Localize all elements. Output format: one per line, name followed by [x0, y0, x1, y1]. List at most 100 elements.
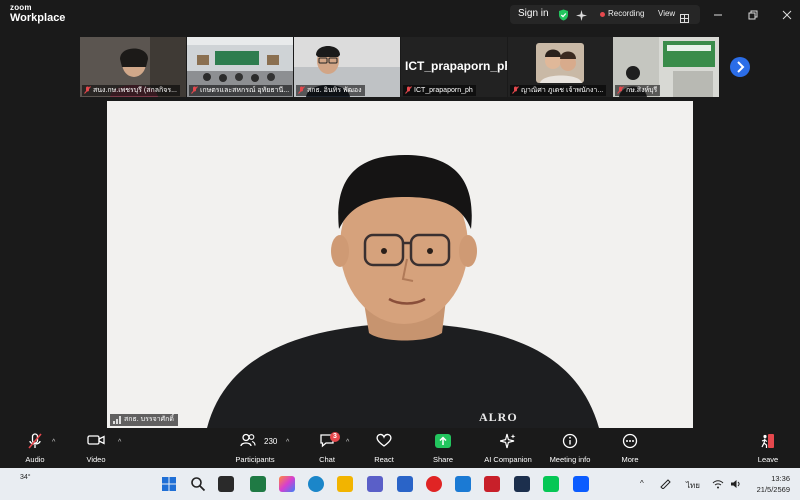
pen-input-icon[interactable] — [660, 479, 672, 491]
speaker-image — [107, 101, 693, 428]
teams-icon[interactable] — [367, 476, 383, 492]
meeting-toolbar: Audio ^ Video ^ 230 Participants ^ 3 Cha… — [0, 430, 800, 468]
participant-tile[interactable]: กษ.สิงห์บุรี — [613, 37, 719, 97]
leave-label: Leave — [757, 455, 779, 464]
ai-sparkle-icon[interactable] — [576, 8, 587, 26]
search-icon[interactable] — [190, 476, 206, 492]
audio-button[interactable]: Audio — [17, 430, 53, 468]
minimize-icon[interactable] — [713, 7, 723, 25]
meeting-info-button[interactable]: Meeting info — [544, 430, 596, 468]
share-button[interactable]: Share — [427, 430, 459, 468]
task-view-icon[interactable] — [218, 476, 234, 492]
heart-icon — [376, 433, 392, 452]
audio-options-chevron-icon[interactable]: ^ — [52, 439, 55, 446]
view-grid-icon[interactable] — [680, 10, 689, 28]
shirt-logo-text: ALRO — [479, 410, 518, 424]
react-button[interactable]: React — [368, 430, 400, 468]
line-icon[interactable] — [543, 476, 559, 492]
clock-time: 13:36 — [771, 474, 790, 483]
participant-tile[interactable]: สนง.กษ.เพชรบุรี (สกลกิจร... — [80, 37, 186, 97]
participant-tile[interactable]: เกษตรและสหกรณ์ อุทัยธานี... — [187, 37, 293, 97]
share-screen-icon — [435, 434, 451, 448]
video-camera-icon — [87, 433, 105, 452]
weather-widget[interactable]: 34° — [20, 474, 31, 481]
participants-options-chevron-icon[interactable]: ^ — [286, 439, 289, 446]
participant-name-label: สกธ. อินทิร พัฒอง — [296, 85, 365, 96]
chat-options-chevron-icon[interactable]: ^ — [346, 439, 349, 446]
show-hidden-icons-chevron-icon[interactable]: ^ — [640, 479, 644, 488]
mic-muted-icon — [298, 86, 305, 96]
participant-name-label: กษ.สิงห์บุรี — [615, 85, 661, 96]
meeting-info-label: Meeting info — [549, 455, 591, 464]
ai-companion-button[interactable]: AI Companion — [480, 430, 536, 468]
mcafee-icon[interactable] — [484, 476, 500, 492]
restore-icon[interactable] — [748, 7, 758, 25]
file-explorer-icon[interactable] — [337, 476, 353, 492]
outlook-icon[interactable] — [455, 476, 471, 492]
chat-unread-badge: 3 — [330, 432, 340, 442]
leave-button[interactable]: Leave — [752, 430, 784, 468]
brand-top: zoom — [10, 3, 32, 12]
volume-icon[interactable] — [730, 479, 742, 491]
audio-label: Audio — [25, 455, 45, 464]
mic-muted-icon — [617, 86, 624, 96]
title-bar: zoom Workplace Sign in Recording View — [0, 0, 800, 30]
participant-strip: สนง.กษ.เพชรบุรี (สกลกิจร... เกษตรและสหกร… — [0, 37, 800, 97]
participants-label: Participants — [235, 455, 275, 464]
info-icon — [562, 433, 578, 454]
close-icon[interactable] — [782, 7, 792, 25]
brand-bottom: Workplace — [10, 12, 66, 24]
ai-companion-label: AI Companion — [484, 455, 532, 464]
mic-muted-icon — [84, 86, 91, 96]
participants-icon — [239, 433, 256, 452]
excel-icon[interactable] — [250, 476, 266, 492]
video-button[interactable]: Video — [78, 430, 114, 468]
video-label: Video — [86, 455, 106, 464]
zoom-taskbar-icon[interactable] — [573, 476, 589, 492]
signal-bars-icon — [113, 416, 122, 429]
sign-in-button[interactable]: Sign in — [518, 8, 549, 19]
participant-name-label: ICT_prapaporn_ph — [403, 85, 476, 96]
edge-icon[interactable] — [308, 476, 324, 492]
copilot-icon[interactable] — [279, 476, 295, 492]
store-icon[interactable] — [397, 476, 413, 492]
shield-check-icon[interactable] — [558, 8, 569, 26]
chevron-right-icon — [737, 61, 745, 73]
participant-tile[interactable]: สกธ. อินทิร พัฒอง — [294, 37, 400, 97]
more-label: More — [621, 455, 639, 464]
chat-button[interactable]: 3 Chat — [312, 430, 342, 468]
mic-muted-icon — [27, 433, 43, 454]
ai-companion-sparkle-icon — [499, 433, 516, 454]
system-clock[interactable]: 13:36 21/5/2569 — [746, 473, 790, 495]
participant-name-label: ญาณิศา ภูเดช เจ้าพนักงา... — [510, 85, 607, 96]
speaker-name-label: สกธ. บรรจาศักดิ์ — [110, 414, 178, 426]
opera-icon[interactable] — [426, 476, 442, 492]
start-menu-icon[interactable] — [161, 476, 177, 492]
meeting-status-bar: Sign in Recording View — [510, 5, 700, 24]
recording-label[interactable]: Recording — [608, 9, 644, 18]
chat-label: Chat — [319, 455, 335, 464]
windows-taskbar: 34° ^ ไทย 13:36 21/5/2569 — [0, 468, 800, 500]
video-options-chevron-icon[interactable]: ^ — [118, 439, 121, 446]
recording-dot-icon — [600, 12, 605, 17]
participant-name-label: เกษตรและสหกรณ์ อุทัยธานี... — [189, 85, 293, 96]
more-button[interactable]: More — [614, 430, 646, 468]
more-dots-icon — [622, 433, 638, 454]
leave-door-icon — [760, 433, 776, 454]
participant-tile[interactable]: ญาณิศา ภูเดช เจ้าพนักงา... — [508, 37, 614, 97]
next-page-button[interactable] — [730, 57, 750, 77]
react-label: React — [374, 455, 394, 464]
participant-tile[interactable]: ICT_prapaporn_ph ICT_prapaporn_ph — [401, 37, 507, 97]
mic-muted-icon — [405, 86, 412, 96]
view-button[interactable]: View — [658, 9, 675, 18]
participants-button[interactable]: 230 Participants — [230, 430, 280, 468]
clock-date: 21/5/2569 — [756, 485, 790, 494]
share-label: Share — [432, 455, 453, 464]
input-language[interactable]: ไทย — [686, 479, 700, 492]
participant-name-label: สนง.กษ.เพชรบุรี (สกลกิจร... — [82, 85, 180, 96]
participant-display-name: ICT_prapaporn_ph — [405, 59, 507, 73]
zoom-workplace-logo: zoom Workplace — [10, 4, 65, 24]
mic-muted-icon — [191, 86, 198, 96]
app-icon[interactable] — [514, 476, 530, 492]
wifi-icon[interactable] — [712, 479, 724, 491]
